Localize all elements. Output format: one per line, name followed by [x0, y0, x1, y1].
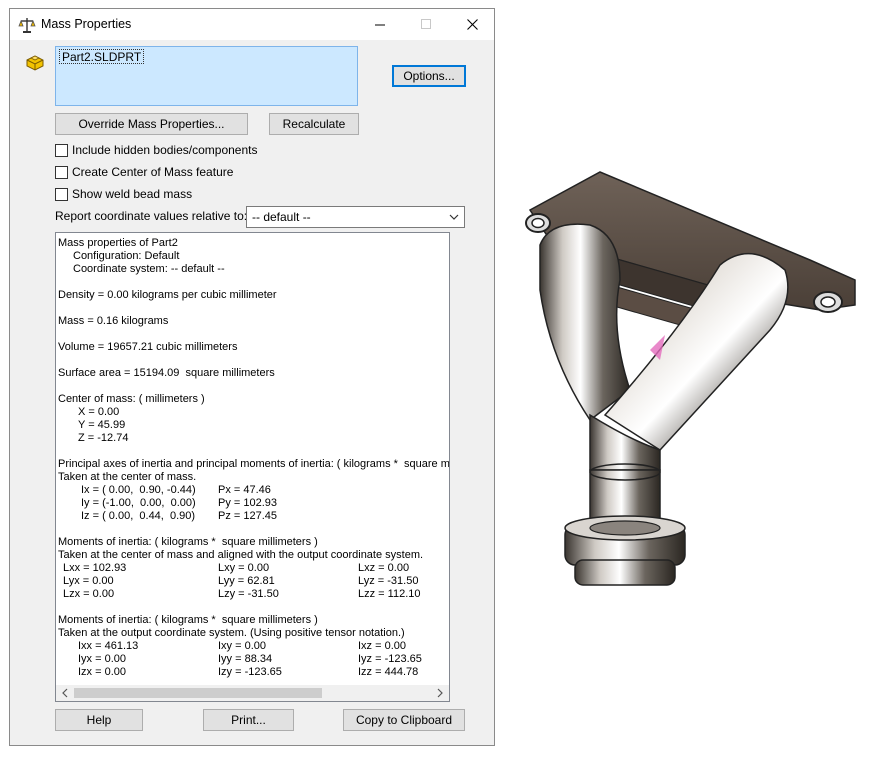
report-moi-com-title: Moments of inertia: ( kilograms * square…: [58, 536, 318, 548]
report-com-z: Z = -12.74: [78, 432, 129, 444]
horizontal-scrollbar[interactable]: [56, 685, 449, 701]
maximize-button[interactable]: [403, 9, 449, 40]
report-principal-sub: Taken at the center of mass.: [58, 471, 197, 483]
report-cell: Lxy = 0.00: [218, 562, 270, 574]
report-cell: Iyz = -123.65: [358, 653, 422, 665]
report-surface-area: Surface area = 15194.09 square millimete…: [58, 367, 275, 379]
report-cell: Lyy = 62.81: [218, 575, 275, 587]
minimize-icon: [374, 24, 385, 26]
coordinate-system-dropdown[interactable]: -- default --: [246, 206, 465, 228]
report-cell: Lyz = -31.50: [358, 575, 419, 587]
include-hidden-bodies-checkbox[interactable]: Include hidden bodies/components: [55, 142, 257, 158]
report-ix: Ix = ( 0.00, 0.90, -0.44): [81, 484, 196, 496]
show-weld-bead-mass-checkbox[interactable]: Show weld bead mass: [55, 186, 192, 202]
report-density: Density = 0.00 kilograms per cubic milli…: [58, 289, 277, 301]
checkbox-box[interactable]: [55, 143, 68, 157]
override-mass-properties-button[interactable]: Override Mass Properties...: [55, 113, 248, 135]
report-configuration: Configuration: Default: [73, 250, 180, 262]
checkbox-box[interactable]: [55, 165, 68, 179]
report-iz: Iz = ( 0.00, 0.44, 0.90): [81, 510, 196, 522]
selected-items-list[interactable]: Part2.SLDPRT: [55, 46, 358, 106]
report-cell: Ixx = 461.13: [78, 640, 139, 652]
scale-icon: [18, 18, 36, 33]
report-cell: Lyx = 0.00: [63, 575, 114, 587]
checkbox-label: Create Center of Mass feature: [72, 165, 234, 179]
dropdown-value: -- default --: [252, 210, 311, 224]
report-com-title: Center of mass: ( millimeters ): [58, 393, 205, 405]
base-collar: [564, 515, 686, 586]
report-iy: Iy = (-1.00, 0.00, 0.00): [81, 497, 196, 509]
title-bar[interactable]: Mass Properties: [10, 9, 494, 40]
checkbox-label: Include hidden bodies/components: [72, 143, 258, 157]
report-moi-com-sub: Taken at the center of mass and aligned …: [58, 549, 424, 561]
report-coordinate-system: Coordinate system: -- default --: [73, 263, 225, 275]
report-cell: Lzx = 0.00: [63, 588, 115, 600]
mass-properties-report[interactable]: Mass properties of Part2 Configuration: …: [55, 232, 450, 702]
report-cell: Izx = 0.00: [78, 666, 127, 678]
report-cell: Izy = -123.65: [218, 666, 282, 678]
report-title: Mass properties of Part2: [58, 237, 178, 249]
report-cell: Lxz = 0.00: [358, 562, 410, 574]
report-com-y: Y = 45.99: [78, 419, 126, 431]
help-button[interactable]: Help: [55, 709, 143, 731]
list-item[interactable]: Part2.SLDPRT: [59, 49, 145, 64]
minimize-button[interactable]: [357, 9, 403, 40]
recalculate-button[interactable]: Recalculate: [269, 113, 359, 135]
report-cell: Lzz = 112.10: [358, 588, 421, 600]
copy-to-clipboard-button[interactable]: Copy to Clipboard: [343, 709, 465, 731]
report-py: Py = 102.93: [218, 497, 278, 509]
part-3d-model-view[interactable]: [510, 160, 870, 620]
mass-properties-dialog: Mass Properties Part2.SLDPRT Options... …: [9, 8, 495, 746]
create-center-of-mass-checkbox[interactable]: Create Center of Mass feature: [55, 164, 233, 180]
report-cell: Ixy = 0.00: [218, 640, 267, 652]
report-mass: Mass = 0.16 kilograms: [58, 315, 169, 327]
report-pz: Pz = 127.45: [218, 510, 278, 522]
options-button[interactable]: Options...: [392, 65, 466, 87]
chevron-down-icon: [449, 214, 459, 220]
report-volume: Volume = 19657.21 cubic millimeters: [58, 341, 238, 353]
report-cell: Iyy = 88.34: [218, 653, 273, 665]
report-moi-out-title: Moments of inertia: ( kilograms * square…: [58, 614, 318, 626]
window-title: Mass Properties: [41, 17, 132, 31]
report-cell: Izz = 444.78: [358, 666, 419, 678]
scroll-right-icon[interactable]: [434, 686, 446, 700]
report-principal-title: Principal axes of inertia and principal …: [58, 458, 450, 470]
coordinate-system-label: Report coordinate values relative to:: [55, 209, 248, 223]
report-px: Px = 47.46: [218, 484, 271, 496]
print-button[interactable]: Print...: [203, 709, 294, 731]
report-cell: Ixz = 0.00: [358, 640, 407, 652]
left-pipe: [539, 223, 631, 422]
maximize-icon: [420, 19, 431, 29]
checkbox-label: Show weld bead mass: [72, 187, 193, 201]
report-moi-out-sub: Taken at the output coordinate system. (…: [58, 627, 405, 639]
report-cell: Iyx = 0.00: [78, 653, 127, 665]
scrollbar-thumb[interactable]: [74, 688, 322, 698]
report-cell: Lxx = 102.93: [63, 562, 127, 574]
part-icon: [26, 55, 44, 71]
report-com-x: X = 0.00: [78, 406, 120, 418]
close-icon: [466, 19, 478, 30]
scroll-left-icon[interactable]: [59, 686, 71, 700]
report-cell: Lzy = -31.50: [218, 588, 279, 600]
checkbox-box[interactable]: [55, 187, 68, 201]
close-button[interactable]: [449, 9, 495, 40]
